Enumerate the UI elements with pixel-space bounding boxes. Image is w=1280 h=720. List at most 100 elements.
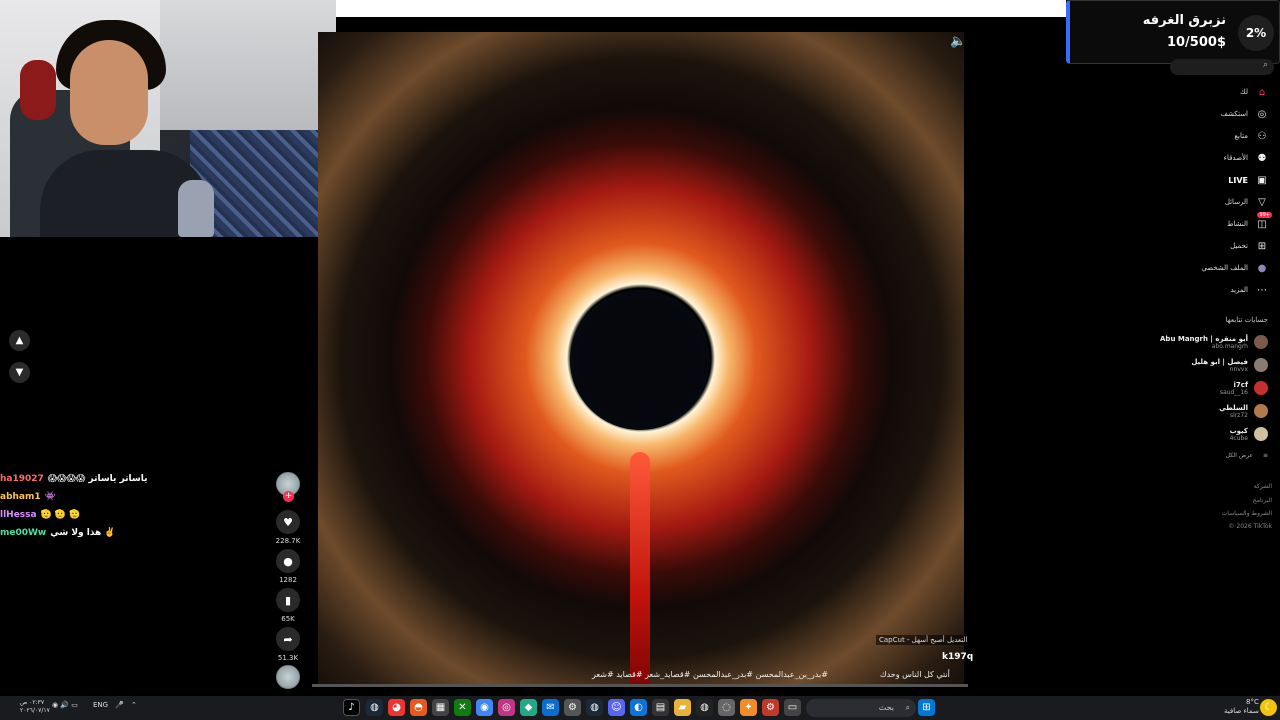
account-handle: slrz72: [1229, 411, 1248, 419]
footer-program[interactable]: البرنامج: [1253, 497, 1272, 504]
sidebar-item-label: LIVE: [1228, 175, 1248, 185]
language-indicator[interactable]: ENG: [93, 701, 108, 709]
account-name: i7cf: [1233, 380, 1248, 389]
settings-icon[interactable]: ⚙: [564, 699, 581, 716]
comment-button[interactable]: ●: [276, 549, 300, 573]
donation-percent: 2%: [1238, 15, 1274, 51]
mail-icon[interactable]: ✉: [542, 699, 559, 716]
video-caption: أنتي كل الناس وحدك: [880, 670, 950, 679]
sidebar-item-compass[interactable]: استكشف ◎: [1221, 106, 1268, 122]
chrome-icon[interactable]: ◕: [388, 699, 405, 716]
account-handle: nnvvx: [1229, 365, 1248, 373]
search-input[interactable]: ⌕: [1170, 59, 1274, 75]
previous-video-button[interactable]: ▲: [9, 330, 30, 351]
followed-account[interactable]: i7cf saud__16: [1220, 378, 1268, 398]
followed-account[interactable]: كيوب 4cube: [1230, 424, 1268, 444]
activity-icon: ◫: [1257, 218, 1267, 230]
windows-start-icon[interactable]: ⊞: [918, 699, 935, 716]
bookmark-icon: ▮: [284, 593, 292, 607]
video-hashtags[interactable]: #بدر_بن_عبدالمحسن #بدر_عبدالمحسن #قصايد_…: [592, 670, 828, 679]
followed-account[interactable]: فيصل | ابو هليل nnvvx: [1191, 355, 1268, 375]
xbox-icon[interactable]: ✕: [454, 699, 471, 716]
sidebar-item-label: الملف الشخصي: [1201, 264, 1248, 272]
chat-message: ha19027 😱😱😱😱 ياساتر ياساتر: [0, 474, 148, 484]
home-icon: ⌂: [1258, 86, 1266, 98]
steam-alt-icon[interactable]: ◍: [586, 699, 603, 716]
sidebar-item-label: لك: [1239, 88, 1248, 96]
account-handle: 4cube: [1229, 434, 1248, 442]
sidebar-item-user-check[interactable]: متابع ⚇: [1234, 128, 1268, 144]
sidebar-item-friends[interactable]: الأصدقاء ⚉: [1224, 150, 1268, 166]
like-count: 228.7K: [275, 537, 301, 545]
capcut-badge[interactable]: CapCut - التعديل أصبح أسهل: [876, 635, 971, 645]
sidebar-item-home[interactable]: لك ⌂: [1240, 84, 1268, 100]
send-icon: ▽: [1258, 196, 1266, 208]
tiktok-app-icon[interactable]: ♪: [343, 699, 360, 716]
obs-icon[interactable]: ◍: [696, 699, 713, 716]
follow-button[interactable]: +: [283, 491, 294, 502]
chevron-up-icon[interactable]: ⌃: [131, 701, 137, 709]
firefox-icon[interactable]: ◓: [410, 699, 427, 716]
app4-icon[interactable]: ⚙: [762, 699, 779, 716]
weather-widget[interactable]: 8°C سماء صافية: [1224, 698, 1259, 716]
sidebar-item-label: المزيد: [1230, 286, 1248, 294]
compass-icon: ◎: [1257, 108, 1267, 120]
profile-icon: ●: [1257, 262, 1267, 274]
store-icon[interactable]: ▤: [652, 699, 669, 716]
file-explorer-icon[interactable]: ▰: [674, 699, 691, 716]
sidebar-item-label: استكشف: [1220, 110, 1248, 118]
edge-icon[interactable]: ◐: [630, 699, 647, 716]
game-icon[interactable]: ◆: [520, 699, 537, 716]
sidebar-item-more[interactable]: المزيد ⋯: [1230, 282, 1268, 298]
see-all-label: عرض الكل: [1225, 452, 1253, 459]
followed-account[interactable]: Abu Mangrh | أبو منقره abo.mangrh: [1160, 332, 1268, 352]
video-player[interactable]: [318, 32, 964, 684]
comment-count: 1282: [279, 576, 297, 584]
footer-company[interactable]: الشركة: [1254, 483, 1272, 490]
like-button[interactable]: ♥: [276, 510, 300, 534]
mic-icon[interactable]: 🎤: [115, 701, 124, 709]
footer-terms[interactable]: الشروط والسياسات: [1222, 510, 1272, 517]
see-all-link[interactable]: عرض الكل ≡: [1226, 452, 1268, 459]
music-disc[interactable]: [276, 665, 300, 689]
next-video-button[interactable]: ▼: [9, 362, 30, 383]
account-handle: abo.mangrh: [1211, 342, 1248, 350]
account-name: كيوب: [1229, 426, 1248, 435]
share-icon: ➦: [283, 632, 293, 646]
webcam-overlay: [0, 0, 336, 237]
taskview-icon[interactable]: ▭: [784, 699, 801, 716]
clock[interactable]: ٠٢:٣٧ ص ٢٠٢٦/٠٧/١٧: [20, 699, 50, 715]
upload-icon: ⊞: [1257, 240, 1267, 252]
instagram-icon[interactable]: ◎: [498, 699, 515, 716]
heart-icon: ♥: [283, 515, 293, 529]
discord-icon[interactable]: ☺: [608, 699, 625, 716]
avatar: [1254, 404, 1268, 418]
browser-top-strip: [336, 0, 1066, 17]
share-button[interactable]: ➦: [276, 627, 300, 651]
sidebar-item-live[interactable]: LIVE ▣: [1228, 172, 1268, 188]
share-count: 51.3K: [277, 654, 299, 662]
taskbar-search[interactable]: بحث ⌕: [806, 699, 916, 717]
donation-amount: 10/500$: [1166, 35, 1226, 50]
volume-icon[interactable]: 🔈: [950, 34, 966, 49]
app3-icon[interactable]: ✦: [740, 699, 757, 716]
sidebar-item-label: الرسائل: [1224, 198, 1248, 206]
chrome-alt-icon[interactable]: ◉: [476, 699, 493, 716]
save-button[interactable]: ▮: [276, 588, 300, 612]
followed-account[interactable]: السلطي slrz72: [1219, 401, 1268, 421]
app2-icon[interactable]: ◌: [718, 699, 735, 716]
sidebar-item-label: الأصدقاء: [1223, 154, 1248, 162]
video-progress-bar[interactable]: [312, 684, 968, 687]
sidebar-item-activity[interactable]: النشاط ◫ 99+: [1227, 212, 1272, 232]
tray-icons[interactable]: ◉ 🔊 ▭: [52, 701, 78, 709]
sidebar-item-send[interactable]: الرسائل ▽: [1225, 194, 1268, 210]
user-check-icon: ⚇: [1257, 130, 1267, 142]
donation-title: نزبرق الغرفه: [1142, 13, 1226, 28]
chevron-down-icon: ▼: [15, 367, 24, 378]
comment-icon: ●: [283, 554, 293, 568]
sidebar-item-upload[interactable]: تحميل ⊞: [1230, 238, 1268, 254]
sidebar-item-profile[interactable]: الملف الشخصي ●: [1201, 260, 1268, 276]
video-author[interactable]: k197q: [942, 652, 973, 662]
app-icon[interactable]: ▦: [432, 699, 449, 716]
steam-icon[interactable]: ◍: [366, 699, 383, 716]
